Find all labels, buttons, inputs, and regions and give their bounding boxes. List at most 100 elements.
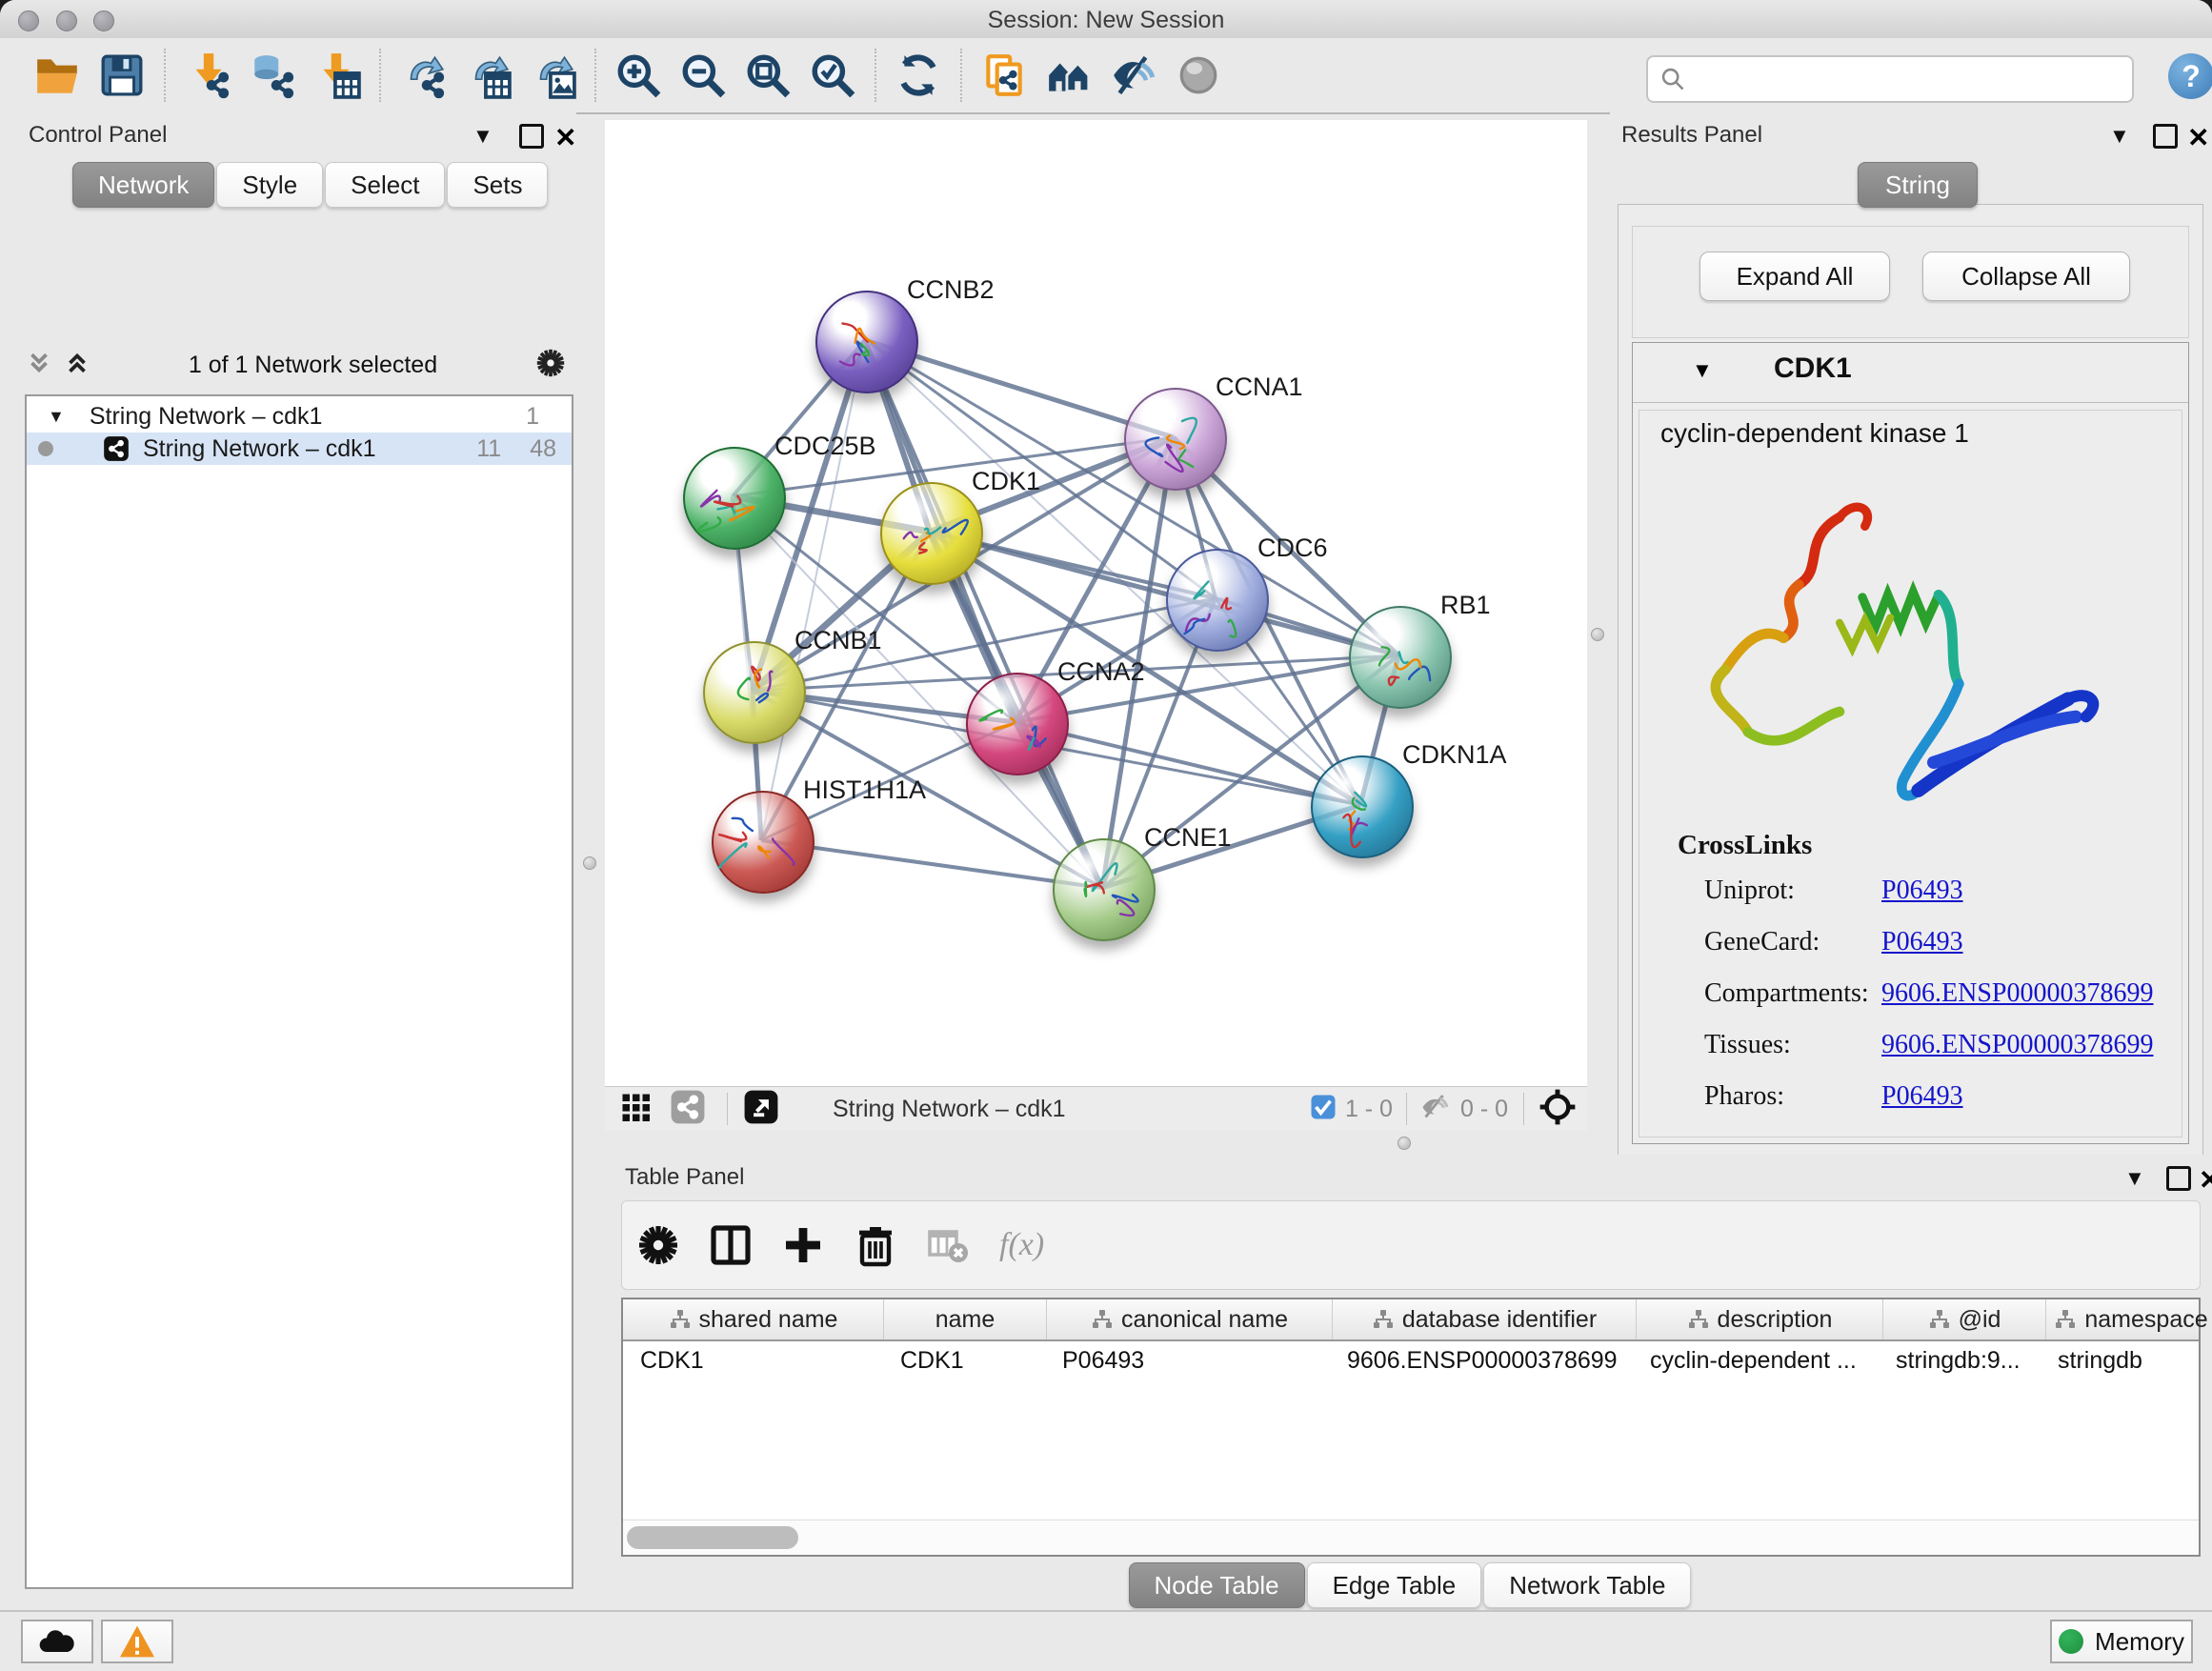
network-node-ccne1[interactable] (1053, 838, 1156, 941)
table-columns-button[interactable] (706, 1220, 755, 1270)
crosslink-value-link[interactable]: P06493 (1881, 876, 1963, 906)
home-pair-button[interactable] (1041, 48, 1096, 103)
birds-eye-crosshair-icon[interactable] (1538, 1087, 1578, 1132)
table-row[interactable]: CDK1CDK1P064939606.ENSP00000378699cyclin… (623, 1341, 2199, 1379)
tab-edge-table[interactable]: Edge Table (1307, 1562, 1482, 1608)
network-options-gear-icon[interactable] (534, 347, 567, 384)
tab-string[interactable]: String (1858, 162, 1978, 208)
table-panel-maximize-icon[interactable] (2166, 1166, 2191, 1196)
network-node-rb1[interactable] (1349, 606, 1452, 709)
tree-network-row[interactable]: String Network – cdk1 11 48 (27, 433, 572, 465)
preview-sphere-button[interactable] (1171, 48, 1226, 103)
zoom-selected-button[interactable] (805, 48, 860, 103)
cell-canonical-name[interactable]: P06493 (1045, 1341, 1330, 1379)
collapse-all-button[interactable]: Collapse All (1922, 252, 2130, 301)
tab-network[interactable]: Network (72, 162, 214, 208)
column-header-shared-name[interactable]: shared name (623, 1299, 884, 1339)
protein-card-header[interactable]: ▼ CDK1 (1633, 343, 2188, 403)
table-trash-button[interactable] (851, 1220, 900, 1270)
column-header-description[interactable]: description (1637, 1299, 1883, 1339)
crosslink-value-link[interactable]: 9606.ENSP00000378699 (1881, 1030, 2153, 1060)
cell-description[interactable]: cyclin-dependent ... (1633, 1341, 1879, 1379)
zoom-in-button[interactable] (611, 48, 666, 103)
network-node-cdk1[interactable] (880, 482, 983, 585)
right-splitter-handle[interactable] (1591, 628, 1604, 641)
export-table-button[interactable] (460, 48, 515, 103)
cell--id[interactable]: stringdb:9... (1879, 1341, 2041, 1379)
results-panel-close-icon[interactable]: ✕ (2187, 122, 2209, 153)
cell-name[interactable]: CDK1 (883, 1341, 1045, 1379)
cell-shared-name[interactable]: CDK1 (623, 1341, 883, 1379)
results-panel-maximize-icon[interactable] (2153, 124, 2178, 153)
collapse-card-icon[interactable]: ▼ (1692, 358, 1713, 383)
network-canvas[interactable]: CCNB2CCNA1CDC25BCDK1CDC6RB1CCNB1CCNA2CDK… (605, 120, 1587, 1086)
control-panel-maximize-icon[interactable] (519, 124, 544, 153)
tab-style[interactable]: Style (216, 162, 323, 208)
zoom-out-button[interactable] (675, 48, 731, 103)
cell-database-identifier[interactable]: 9606.ENSP00000378699 (1330, 1341, 1633, 1379)
crosslink-value-link[interactable]: 9606.ENSP00000378699 (1881, 978, 2153, 1009)
network-node-ccnb2[interactable] (815, 291, 918, 393)
document-share-button[interactable] (976, 48, 1032, 103)
expand-all-button[interactable]: Expand All (1699, 252, 1890, 301)
hide-unhide-button[interactable] (1106, 48, 1161, 103)
warning-status-button[interactable] (101, 1620, 173, 1663)
tab-select[interactable]: Select (325, 162, 445, 208)
open-in-browser-icon[interactable] (743, 1089, 779, 1130)
network-node-ccnb1[interactable] (703, 641, 806, 744)
import-database-button[interactable] (245, 48, 300, 103)
cell-namespace[interactable]: stringdb (2041, 1341, 2210, 1379)
memory-button[interactable]: Memory (2050, 1620, 2193, 1663)
import-table-button[interactable] (310, 48, 365, 103)
table-panel-float-icon[interactable]: ▼ (2124, 1168, 2145, 1189)
expand-collapse-box: Expand All Collapse All (1632, 226, 2189, 338)
refresh-button[interactable] (891, 48, 946, 103)
column-header-canonical-name[interactable]: canonical name (1047, 1299, 1333, 1339)
table-panel-close-icon[interactable]: ✕ (2199, 1164, 2212, 1196)
tab-sets[interactable]: Sets (447, 162, 548, 208)
table-delete-table-button[interactable] (923, 1220, 973, 1270)
results-panel-float-icon[interactable]: ▼ (2109, 126, 2130, 147)
export-network-button[interactable] (395, 48, 451, 103)
control-panel-float-icon[interactable]: ▼ (473, 126, 493, 147)
tree-collapse-icon[interactable]: ▼ (48, 407, 65, 427)
collapse-all-tree-icon[interactable] (25, 349, 53, 382)
grid-view-icon[interactable] (618, 1090, 653, 1129)
export-image-button[interactable] (525, 48, 580, 103)
network-node-cdkn1a[interactable] (1311, 755, 1414, 858)
help-button[interactable]: ? (2168, 53, 2212, 99)
zoom-fit-button[interactable] (740, 48, 795, 103)
function-builder-button[interactable]: f(x) (999, 1227, 1044, 1263)
expand-all-tree-icon[interactable] (63, 349, 91, 382)
crosslink-value-link[interactable]: P06493 (1881, 1081, 1963, 1112)
column-header--id[interactable]: @id (1883, 1299, 2046, 1339)
tree-root-row[interactable]: ▼ String Network – cdk1 1 (27, 400, 572, 433)
open-folder-button[interactable] (30, 48, 85, 103)
control-panel-close-icon[interactable]: ✕ (554, 122, 576, 153)
column-header-name[interactable]: name (884, 1299, 1047, 1339)
scrollbar-thumb[interactable] (627, 1526, 798, 1549)
network-node-cdc25b[interactable] (683, 447, 786, 550)
cloud-status-button[interactable] (21, 1620, 93, 1663)
save-file-button[interactable] (94, 48, 150, 103)
network-node-hist1h1a[interactable] (712, 791, 814, 894)
network-node-ccna1[interactable] (1124, 388, 1227, 491)
column-header-database-identifier[interactable]: database identifier (1333, 1299, 1637, 1339)
tab-node-table[interactable]: Node Table (1129, 1562, 1305, 1608)
tab-network-table[interactable]: Network Table (1483, 1562, 1691, 1608)
network-node-cdc6[interactable] (1166, 549, 1269, 652)
search-input[interactable] (1694, 59, 2126, 97)
string-network-badge-icon[interactable] (670, 1089, 706, 1130)
network-node-ccna2[interactable] (966, 673, 1069, 775)
crosslink-value-link[interactable]: P06493 (1881, 927, 1963, 957)
hidden-eye-icon[interactable] (1418, 1090, 1453, 1129)
import-network-button[interactable] (180, 48, 235, 103)
current-network-dot-icon (38, 441, 53, 456)
selected-checkbox-icon[interactable] (1309, 1093, 1337, 1126)
table-plus-button[interactable] (778, 1220, 828, 1270)
column-header-namespace[interactable]: namespace (2046, 1299, 2212, 1339)
table-horizontal-scrollbar[interactable] (623, 1520, 2199, 1555)
bottom-splitter-handle[interactable] (1398, 1137, 1411, 1150)
table-gear-button[interactable] (633, 1220, 683, 1270)
left-splitter-handle[interactable] (583, 856, 596, 870)
